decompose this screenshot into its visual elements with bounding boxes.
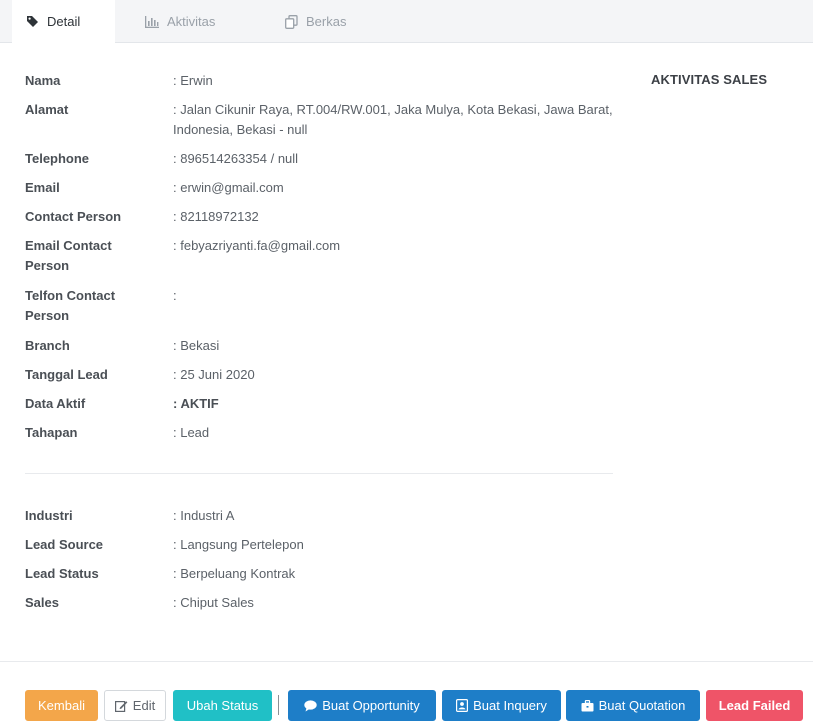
detail-label: Alamat [25,102,69,117]
edit-icon [114,700,128,712]
detail-label: Telfon Contact Person [25,288,116,323]
tab-bar: Detail Aktivitas Berkas [0,0,813,44]
aktivitas-sales-title: AKTIVITAS SALES [651,72,768,87]
briefcase-icon [581,699,594,712]
detail-label: Tanggal Lead [25,367,108,382]
buat-inquery-button-label: Buat Inquery [473,698,547,713]
buat-quotation-button-label: Buat Quotation [598,698,686,713]
edit-button[interactable]: Edit [104,690,166,721]
detail-label: Telephone [25,151,90,166]
detail-value: : Erwin [173,73,213,88]
detail-value: : febyazriyanti.fa@gmail.com [173,238,341,253]
tag-icon [26,15,39,28]
section-divider [25,473,613,474]
detail-label: Contact Person [25,209,122,224]
ubah-status-button[interactable]: Ubah Status [173,690,272,721]
detail-label: Industri [25,508,73,523]
detail-value: : Industri A [173,508,235,523]
lead-failed-button[interactable]: Lead Failed [706,690,803,721]
detail-value: : erwin@gmail.com [173,180,284,195]
files-icon [285,14,298,29]
detail-label: Email Contact Person [25,238,112,273]
tab-detail-label: Detail [47,14,81,29]
tab-detail[interactable]: Detail [12,0,115,44]
buat-inquery-button[interactable]: Buat Inquery [442,690,561,721]
detail-label: Lead Status [25,566,99,581]
comment-icon [304,699,317,712]
detail-label: Email [25,180,60,195]
detail-value: : Lead [173,425,210,440]
detail-value: : AKTIF [173,396,219,411]
edit-button-label: Edit [132,698,156,713]
detail-label: Lead Source [25,537,104,552]
detail-value: : 25 Juni 2020 [173,367,255,382]
detail-value: : Berpeluang Kontrak [173,566,296,581]
detail-label: Tahapan [25,425,78,440]
buat-quotation-button[interactable]: Buat Quotation [566,690,700,721]
ubah-status-button-label: Ubah Status [186,698,259,713]
buat-opportunity-button[interactable]: Buat Opportunity [288,690,436,721]
bar-chart-icon [145,15,159,28]
buat-opportunity-button-label: Buat Opportunity [322,698,420,713]
kembali-button-label: Kembali [38,698,85,713]
kembali-button[interactable]: Kembali [25,690,98,721]
action-bar: Kembali Edit Ubah Status Buat Opportunit… [0,690,813,722]
tab-aktivitas[interactable]: Aktivitas [145,0,215,43]
detail-value: : [173,288,177,303]
tab-berkas-label: Berkas [306,14,347,29]
detail-value: : Bekasi [173,338,220,353]
button-separator [278,695,279,715]
detail-label: Data Aktif [25,396,86,411]
detail-value: : Langsung Pertelepon [173,537,304,552]
detail-value: : Jalan Cikunir Raya, RT.004/RW.001, Jak… [173,102,613,137]
tab-berkas[interactable]: Berkas [285,0,346,43]
detail-label: Sales [25,595,59,610]
detail-label: Branch [25,338,70,353]
detail-label: Nama [25,73,61,88]
detail-value: : Chiput Sales [173,595,254,610]
detail-value: : 82118972132 [173,209,259,224]
footer-divider [0,661,813,662]
lead-failed-button-label: Lead Failed [718,698,791,713]
contact-card-icon [456,699,469,712]
tab-aktivitas-label: Aktivitas [167,14,216,29]
detail-value: : 896514263354 / null [173,151,299,166]
